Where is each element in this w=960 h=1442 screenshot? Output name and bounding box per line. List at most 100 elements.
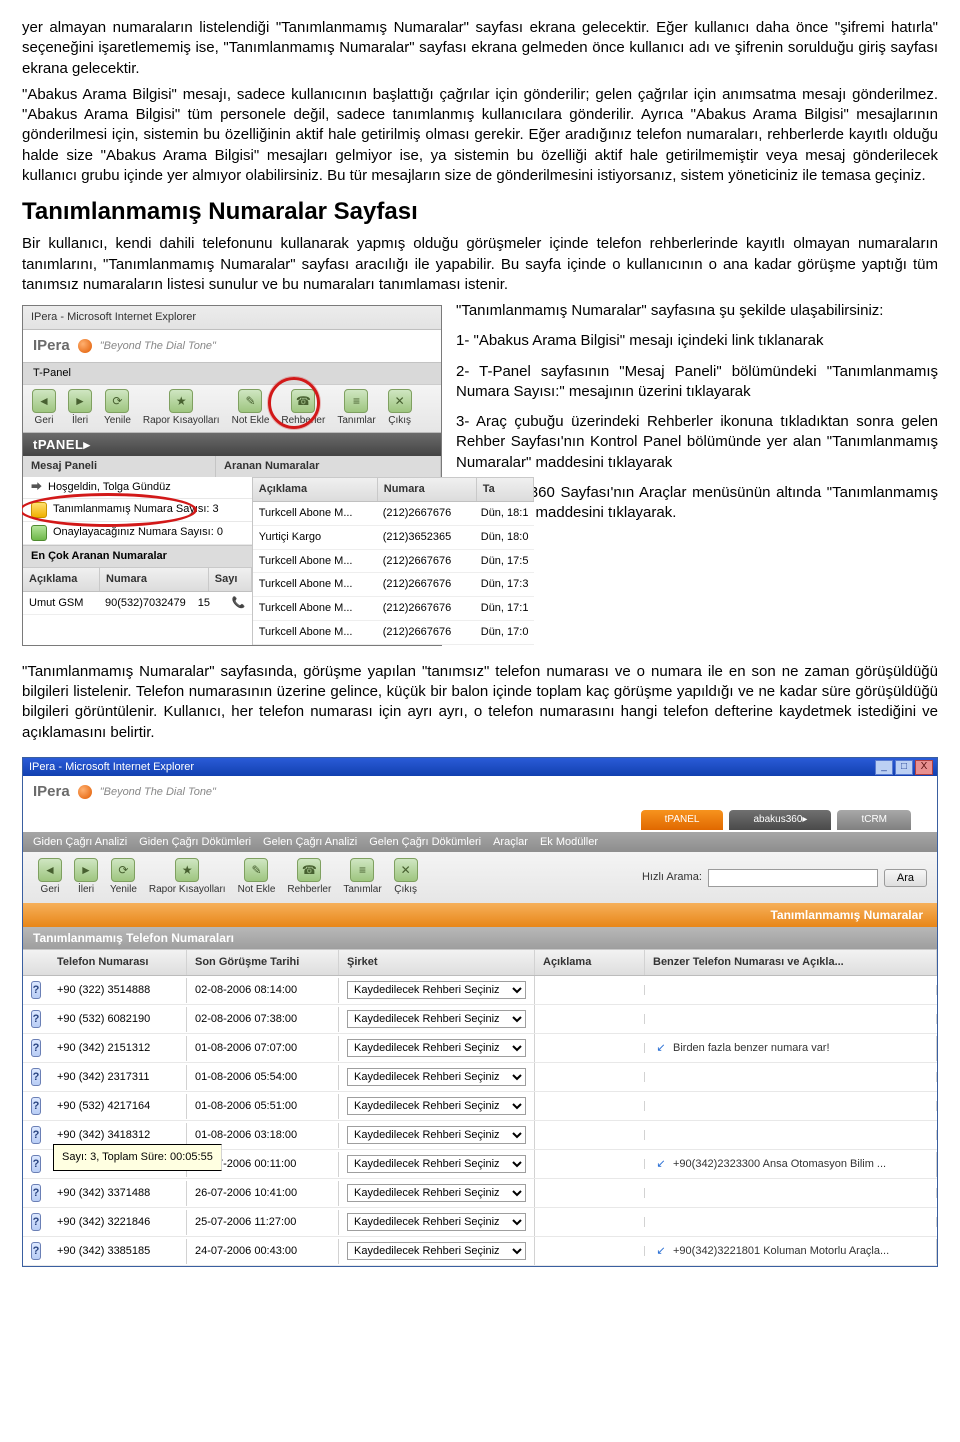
toolbar-forward[interactable]: ►İleri <box>69 856 103 899</box>
tpanel-screenshot: IPera - Microsoft Internet Explorer IPer… <box>22 305 442 646</box>
similar-number-note: ↙Birden fazla benzer numara var! <box>653 1041 928 1056</box>
menu-item[interactable]: Giden Çağrı Dökümleri <box>139 835 251 850</box>
date-cell: 02-08-2006 08:14:00 <box>187 978 339 1003</box>
help-icon[interactable]: ? <box>31 1155 41 1173</box>
columns-header: Mesaj Paneli Aranan Numaralar <box>23 456 441 477</box>
company-select[interactable]: Kaydedilecek Rehberi Seçiniz <box>347 1126 526 1144</box>
menu-item[interactable]: Araçlar <box>493 835 528 850</box>
phone-cell: +90 (342) 3371488 <box>49 1181 187 1206</box>
menu-item[interactable]: Giden Çağrı Analizi <box>33 835 127 850</box>
intro-paragraph-2: "Abakus Arama Bilgisi" mesajı, sadece ku… <box>22 85 938 186</box>
quick-search-input[interactable] <box>708 869 878 887</box>
called-rows: Turkcell Abone M...(212)2667676Dün, 18:1… <box>253 502 535 645</box>
help-icon[interactable]: ? <box>31 1242 41 1260</box>
company-select[interactable]: Kaydedilecek Rehberi Seçiniz <box>347 981 526 999</box>
menu-item[interactable]: Gelen Çağrı Dökümleri <box>369 835 481 850</box>
screenshot-with-steps: IPera - Microsoft Internet Explorer IPer… <box>22 301 938 654</box>
approval-count-row: Onaylayacağınız Numara Sayısı: 0 <box>23 522 252 545</box>
tooltip: Sayı: 3, Toplam Süre: 00:05:55 <box>53 1144 222 1171</box>
tab-abakus360[interactable]: abakus360▸ <box>729 810 831 830</box>
menubar: Giden Çağrı Analizi Giden Çağrı Dökümler… <box>23 832 937 853</box>
help-icon[interactable]: ? <box>31 1184 41 1202</box>
tab-tpanel[interactable]: tPANEL <box>641 810 724 830</box>
table-body: ? +90 (322) 351488802-08-2006 08:14:00 Kay… <box>23 976 937 1266</box>
unidentified-numbers-screenshot: IPera - Microsoft Internet Explorer _ □ … <box>22 757 938 1267</box>
menu-item[interactable]: Gelen Çağrı Analizi <box>263 835 357 850</box>
phone-cell: +90 (342) 3221846 <box>49 1210 187 1235</box>
explain-paragraph: "Tanımlanmamış Numaralar" sayfasında, gö… <box>22 662 938 743</box>
intro-paragraph-1: yer almayan numaraların listelendiği "Ta… <box>22 18 938 79</box>
window-title-bar: IPera - Microsoft Internet Explorer <box>29 760 194 775</box>
phone-cell: +90 (342) 2317311 <box>49 1065 187 1090</box>
company-select[interactable]: Kaydedilecek Rehberi Seçiniz <box>347 1242 526 1260</box>
help-icon[interactable]: ? <box>31 1039 41 1057</box>
toolbar-forward[interactable]: ►İleri <box>63 387 97 430</box>
table-row: Yurtiçi Kargo(212)3652365Dün, 18:0 <box>253 526 535 550</box>
tab-bar: T-Panel <box>23 362 441 384</box>
date-cell: 24-07-2006 00:43:00 <box>187 1239 339 1264</box>
phone-cell: +90 (342) 3385185 <box>49 1239 187 1264</box>
toolbar-definitions[interactable]: ≡Tanımlar <box>338 856 386 899</box>
table-row: ?+90(342)232330030-07-2006 00:11:00Kayde… <box>23 1150 937 1179</box>
toolbar-definitions[interactable]: ≡Tanımlar <box>332 387 380 430</box>
help-icon[interactable]: ? <box>31 1213 41 1231</box>
company-select[interactable]: Kaydedilecek Rehberi Seçiniz <box>347 1155 526 1173</box>
help-icon[interactable]: ? <box>31 981 41 999</box>
unidentified-count-row[interactable]: Tanımlanmamış Numara Sayısı: 3 <box>23 499 252 522</box>
app-logo: IPera "Beyond The Dial Tone" <box>23 330 441 362</box>
arrow-icon: ↙ <box>653 1245 669 1257</box>
table-header: Telefon Numarası Son Görüşme Tarihi Şirk… <box>23 949 937 976</box>
quick-search-button[interactable]: Ara <box>884 869 927 887</box>
table-row: ?+90 (342) 215131201-08-2006 07:07:00Kay… <box>23 1034 937 1063</box>
company-select[interactable]: Kaydedilecek Rehberi Seçiniz <box>347 1213 526 1231</box>
toolbar-refresh[interactable]: ⟳Yenile <box>99 387 136 430</box>
table-row: Turkcell Abone M...(212)2667676Dün, 17:5 <box>253 550 535 574</box>
toolbar-back[interactable]: ◄Geri <box>33 856 67 899</box>
date-cell: 01-08-2006 07:07:00 <box>187 1036 339 1061</box>
table-row: ? +90 (342) 322184625-07-2006 11:27:00 Kay… <box>23 1208 937 1237</box>
max-button[interactable]: □ <box>895 760 913 775</box>
toolbar-shortcuts[interactable]: ★Rapor Kısayolları <box>144 856 231 899</box>
toolbar-contacts[interactable]: ☎Rehberler <box>276 387 330 430</box>
help-icon[interactable]: ? <box>31 1097 41 1115</box>
toolbar-shortcuts[interactable]: ★Rapor Kısayolları <box>138 387 225 430</box>
section-title-bar: Tanımlanmamış Telefon Numaraları <box>23 927 937 949</box>
arrow-icon: ↙ <box>653 1042 669 1054</box>
ok-icon <box>31 525 47 541</box>
logo-icon <box>78 339 92 353</box>
close-button[interactable]: X <box>915 760 933 775</box>
window-title-bar: IPera - Microsoft Internet Explorer <box>23 306 441 330</box>
help-icon[interactable]: ? <box>31 1068 41 1086</box>
module-tabs: tPANEL abakus360▸ tCRM <box>23 808 937 832</box>
company-select[interactable]: Kaydedilecek Rehberi Seçiniz <box>347 1097 526 1115</box>
menu-item[interactable]: Ek Modüller <box>540 835 598 850</box>
similar-number-note: ↙+90(342)3221801 Koluman Motorlu Araçla.… <box>653 1244 928 1259</box>
called-columns: Açıklama Numara Ta <box>253 477 535 502</box>
toolbar-exit[interactable]: ✕Çıkış <box>389 856 423 899</box>
company-select[interactable]: Kaydedilecek Rehberi Seçiniz <box>347 1184 526 1202</box>
company-select[interactable]: Kaydedilecek Rehberi Seçiniz <box>347 1039 526 1057</box>
quick-search-label: Hızlı Arama: <box>642 870 702 885</box>
phone-cell: +90 (322) 3514888 <box>49 978 187 1003</box>
table-row: ?+90 (532) 608219002-08-2006 07:38:00Kay… <box>23 1005 937 1034</box>
section-heading: Tanımlanmamış Numaralar Sayfası <box>22 196 938 228</box>
company-select[interactable]: Kaydedilecek Rehberi Seçiniz <box>347 1068 526 1086</box>
help-icon[interactable]: ? <box>31 1010 41 1028</box>
table-row: Turkcell Abone M...(212)2667676Dün, 17:1 <box>253 597 535 621</box>
date-cell: 25-07-2006 11:27:00 <box>187 1210 339 1235</box>
toolbar-back[interactable]: ◄Geri <box>27 387 61 430</box>
toolbar-refresh[interactable]: ⟳Yenile <box>105 856 142 899</box>
toolbar-addnote[interactable]: ✎Not Ekle <box>227 387 275 430</box>
app-logo: IPera "Beyond The Dial Tone" <box>23 776 937 808</box>
toolbar-exit[interactable]: ✕Çıkış <box>383 387 417 430</box>
min-button[interactable]: _ <box>875 760 893 775</box>
help-icon[interactable]: ? <box>31 1126 41 1144</box>
toolbar: ◄Geri ►İleri ⟳Yenile ★Rapor Kısayolları … <box>23 384 441 433</box>
date-cell: 02-08-2006 07:38:00 <box>187 1007 339 1032</box>
company-select[interactable]: Kaydedilecek Rehberi Seçiniz <box>347 1010 526 1028</box>
phone-cell: +90 (532) 4217164 <box>49 1094 187 1119</box>
table-row: ?+90 (342) 337148826-07-2006 10:41:00Kay… <box>23 1179 937 1208</box>
toolbar-addnote[interactable]: ✎Not Ekle <box>233 856 281 899</box>
toolbar-contacts[interactable]: ☎Rehberler <box>282 856 336 899</box>
tab-tcrm[interactable]: tCRM <box>837 810 911 830</box>
